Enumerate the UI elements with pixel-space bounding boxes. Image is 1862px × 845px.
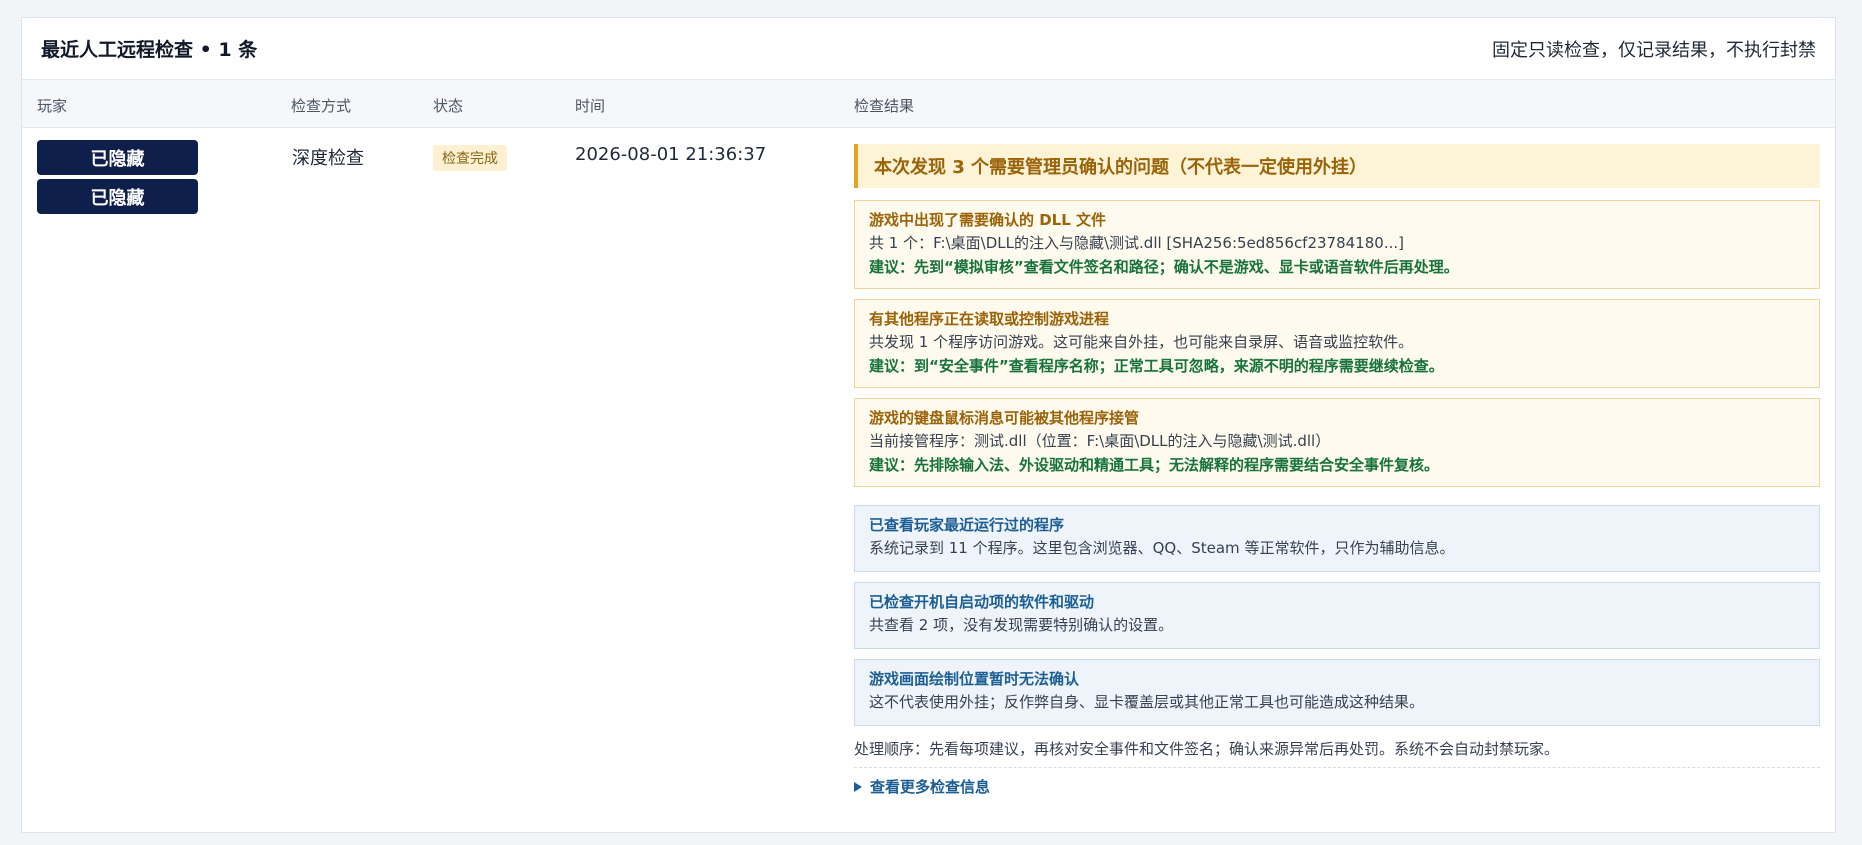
warning-card-dll: 游戏中出现了需要确认的 DLL 文件 共 1 个：F:\桌面\DLL的注入与隐藏… xyxy=(854,200,1820,289)
warning-card-process-access: 有其他程序正在读取或控制游戏进程 共发现 1 个程序访问游戏。这可能来自外挂，也… xyxy=(854,299,1820,388)
handling-note: 处理顺序：先看每项建议，再核对安全事件和文件签名；确认来源异常后再处罚。系统不会… xyxy=(854,740,1560,758)
info-title: 已查看玩家最近运行过的程序 xyxy=(869,516,1065,534)
info-title: 游戏画面绘制位置暂时无法确认 xyxy=(869,670,1080,688)
warning-title: 游戏中出现了需要确认的 DLL 文件 xyxy=(869,211,1107,229)
table-header: 玩家 检查方式 状态 时间 检查结果 xyxy=(22,80,1835,128)
column-header-time: 时间 xyxy=(575,97,606,115)
warning-title: 游戏的键盘鼠标消息可能被其他程序接管 xyxy=(869,409,1140,427)
column-header-status: 状态 xyxy=(433,97,464,115)
column-header-result: 检查结果 xyxy=(854,97,915,115)
divider xyxy=(854,767,1820,768)
info-title: 已检查开机自启动项的软件和驱动 xyxy=(869,593,1095,611)
result-summary: 本次发现 3 个需要管理员确认的问题（不代表一定使用外挂） xyxy=(854,144,1820,188)
column-header-player: 玩家 xyxy=(37,97,68,115)
warning-body: 当前接管程序：测试.dll（位置：F:\桌面\DLL的注入与隐藏\测试.dll） xyxy=(869,432,1331,450)
warning-tip: 建议：到“安全事件”查看程序名称；正常工具可忽略，来源不明的程序需要继续检查。 xyxy=(869,357,1444,375)
info-body: 系统记录到 11 个程序。这里包含浏览器、QQ、Steam 等正常软件，只作为辅… xyxy=(869,539,1455,557)
warning-title: 有其他程序正在读取或控制游戏进程 xyxy=(869,310,1110,328)
warning-card-input-hook: 游戏的键盘鼠标消息可能被其他程序接管 当前接管程序：测试.dll（位置：F:\桌… xyxy=(854,398,1820,487)
triangle-right-icon xyxy=(854,781,862,792)
column-header-method: 检查方式 xyxy=(291,97,352,115)
info-card-recent-programs: 已查看玩家最近运行过的程序 系统记录到 11 个程序。这里包含浏览器、QQ、St… xyxy=(854,505,1820,572)
table-row: 已隐藏 已隐藏 深度检查 检查完成 2026-08-01 21:36:37 本次… xyxy=(22,128,1835,828)
check-result: 本次发现 3 个需要管理员确认的问题（不代表一定使用外挂） 游戏中出现了需要确认… xyxy=(854,144,1820,797)
more-info-toggle[interactable]: 查看更多检查信息 xyxy=(854,776,1820,797)
warning-tip: 建议：先排除输入法、外设驱动和精通工具；无法解释的程序需要结合安全事件复核。 xyxy=(869,456,1440,474)
warning-tip: 建议：先到“模拟审核”查看文件签名和路径；确认不是游戏、显卡或语音软件后再处理。 xyxy=(869,258,1459,276)
info-body: 这不代表使用外挂；反作弊自身、显卡覆盖层或其他正常工具也可能造成这种结果。 xyxy=(869,693,1425,711)
warning-body: 共 1 个：F:\桌面\DLL的注入与隐藏\测试.dll [SHA256:5ed… xyxy=(869,234,1404,252)
panel-note: 固定只读检查，仅记录结果，不执行封禁 xyxy=(1492,39,1816,61)
player-name-hidden: 已隐藏 xyxy=(37,140,198,175)
check-method: 深度检查 xyxy=(292,148,364,169)
check-time: 2026-08-01 21:36:37 xyxy=(575,144,767,165)
status-badge: 检查完成 xyxy=(433,145,507,171)
panel-header: 最近人工远程检查 • 1 条 固定只读检查，仅记录结果，不执行封禁 xyxy=(22,18,1835,80)
info-card-startup-items: 已检查开机自启动项的软件和驱动 共查看 2 项，没有发现需要特别确认的设置。 xyxy=(854,582,1820,649)
info-body: 共查看 2 项，没有发现需要特别确认的设置。 xyxy=(869,616,1174,634)
more-info-label: 查看更多检查信息 xyxy=(870,778,991,796)
warning-body: 共发现 1 个程序访问游戏。这可能来自外挂，也可能来自录屏、语音或监控软件。 xyxy=(869,333,1414,351)
info-card-render-position: 游戏画面绘制位置暂时无法确认 这不代表使用外挂；反作弊自身、显卡覆盖层或其他正常… xyxy=(854,659,1820,726)
remote-check-panel: 最近人工远程检查 • 1 条 固定只读检查，仅记录结果，不执行封禁 玩家 检查方… xyxy=(21,17,1836,833)
player-name-hidden: 已隐藏 xyxy=(37,179,198,214)
panel-title: 最近人工远程检查 • 1 条 xyxy=(41,39,258,61)
